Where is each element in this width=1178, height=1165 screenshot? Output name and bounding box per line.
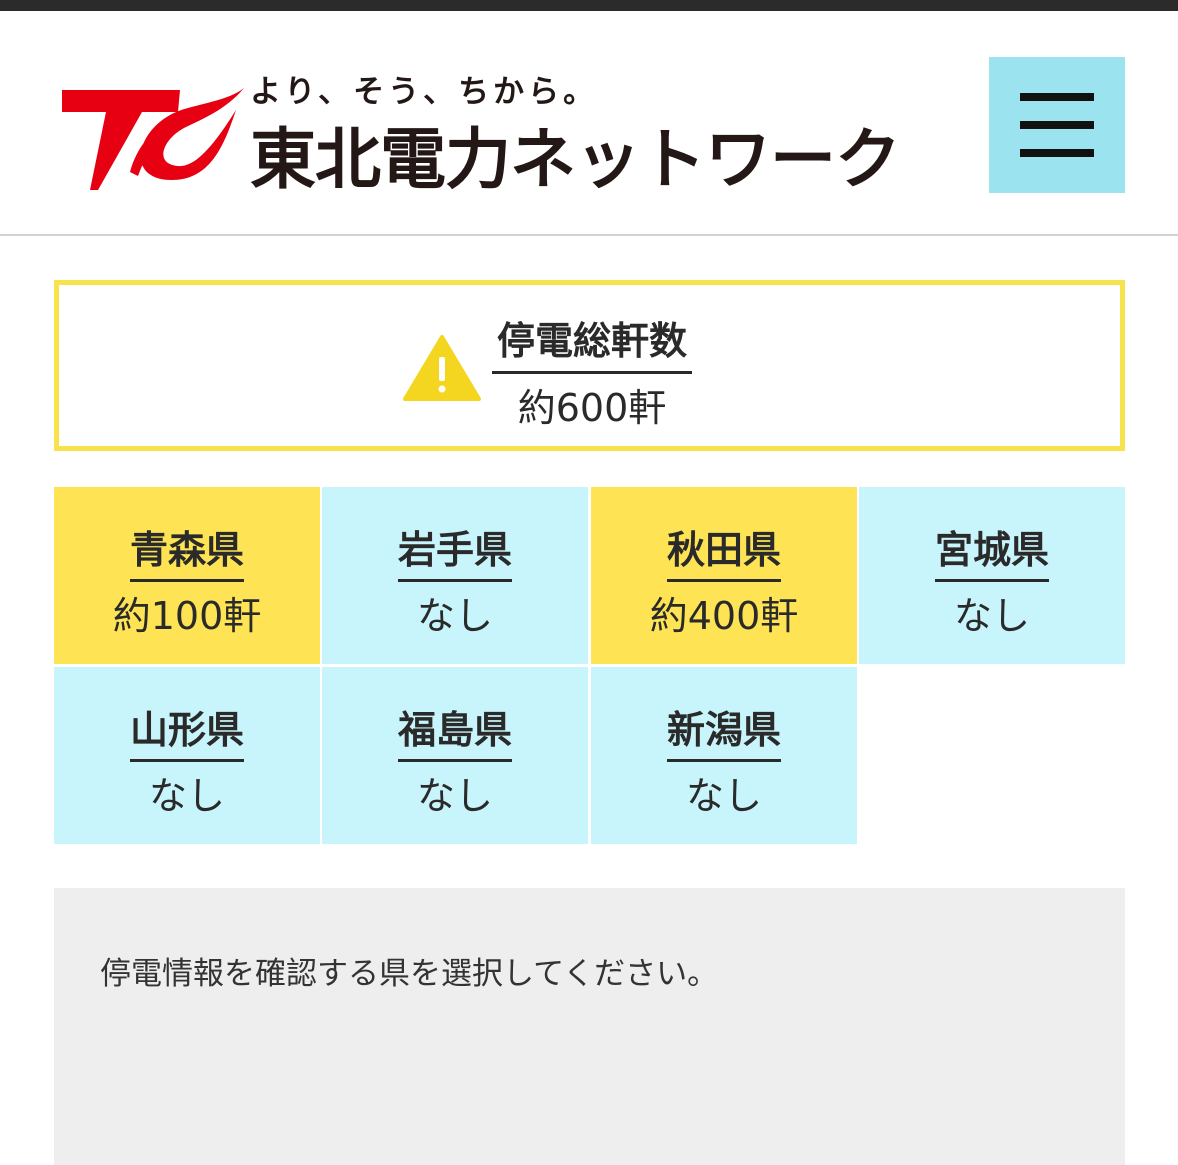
prefecture-niigata[interactable]: 新潟県 なし xyxy=(591,667,857,844)
prefecture-outage-count: なし xyxy=(416,594,493,638)
site-header: より、そう、ちから。 東北電力ネットワーク xyxy=(0,11,1178,236)
summary-value: 約600軒 xyxy=(517,386,667,430)
prefecture-outage-count: 約400軒 xyxy=(649,594,799,638)
browser-top-bar xyxy=(0,0,1178,11)
hamburger-menu-button[interactable] xyxy=(989,57,1125,193)
brand-tagline: より、そう、ちから。 xyxy=(250,74,599,110)
prefecture-outage-count: 約100軒 xyxy=(112,594,262,638)
prefecture-outage-count: なし xyxy=(953,594,1030,638)
prefecture-name[interactable]: 山形県 xyxy=(129,699,244,762)
prefecture-name[interactable]: 青森県 xyxy=(129,519,244,582)
prefecture-name[interactable]: 岩手県 xyxy=(397,519,512,582)
prefecture-outage-count: なし xyxy=(148,774,225,818)
prefecture-fukushima[interactable]: 福島県 なし xyxy=(322,667,588,844)
hamburger-menu-icon xyxy=(1020,93,1094,101)
tohoku-electric-logo-icon xyxy=(62,88,244,190)
prefecture-aomori[interactable]: 青森県 約100軒 xyxy=(54,487,320,664)
hamburger-menu-icon xyxy=(1020,121,1094,129)
prefecture-miyagi[interactable]: 宮城県 なし xyxy=(859,487,1125,664)
prefecture-outage-count: なし xyxy=(685,774,762,818)
warning-triangle-icon xyxy=(403,335,481,401)
prefecture-name[interactable]: 新潟県 xyxy=(666,699,781,762)
summary-title: 停電総軒数 xyxy=(492,310,692,374)
hamburger-menu-icon xyxy=(1020,149,1094,157)
prefecture-name[interactable]: 福島県 xyxy=(397,699,512,762)
select-prefecture-message: 停電情報を確認する県を選択してください。 xyxy=(100,956,719,992)
prefecture-name[interactable]: 宮城県 xyxy=(934,519,1049,582)
prefecture-iwate[interactable]: 岩手県 なし xyxy=(322,487,588,664)
prefecture-yamagata[interactable]: 山形県 なし xyxy=(54,667,320,844)
prefecture-detail-panel: 停電情報を確認する県を選択してください。 xyxy=(54,888,1125,1165)
site-logo[interactable]: より、そう、ちから。 東北電力ネットワーク xyxy=(60,66,901,198)
prefecture-name[interactable]: 秋田県 xyxy=(666,519,781,582)
total-outage-summary: 停電総軒数 約600軒 xyxy=(54,280,1125,451)
prefecture-akita[interactable]: 秋田県 約400軒 xyxy=(591,487,857,664)
company-name: 東北電力ネットワーク xyxy=(250,121,901,198)
prefecture-outage-count: なし xyxy=(416,774,493,818)
